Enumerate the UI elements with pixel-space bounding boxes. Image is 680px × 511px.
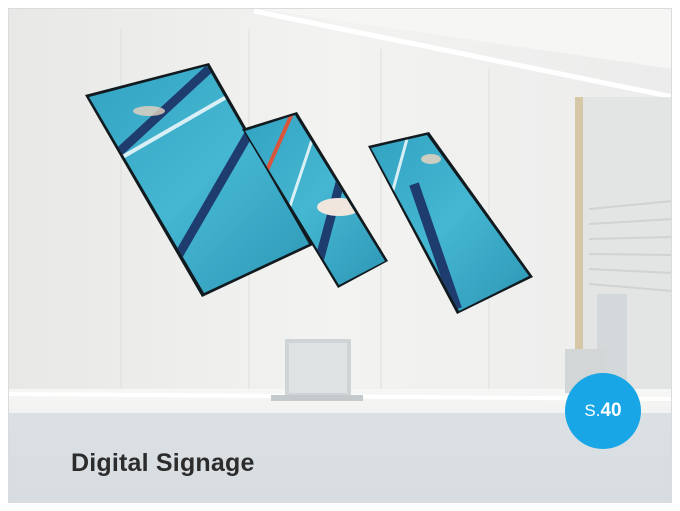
- signage-card[interactable]: Digital Signage S. 40: [8, 8, 672, 503]
- caption-title[interactable]: Digital Signage: [71, 449, 255, 478]
- page-number-badge[interactable]: S. 40: [565, 373, 641, 449]
- page-prefix: S.: [584, 401, 601, 420]
- page-number: 40: [600, 400, 622, 421]
